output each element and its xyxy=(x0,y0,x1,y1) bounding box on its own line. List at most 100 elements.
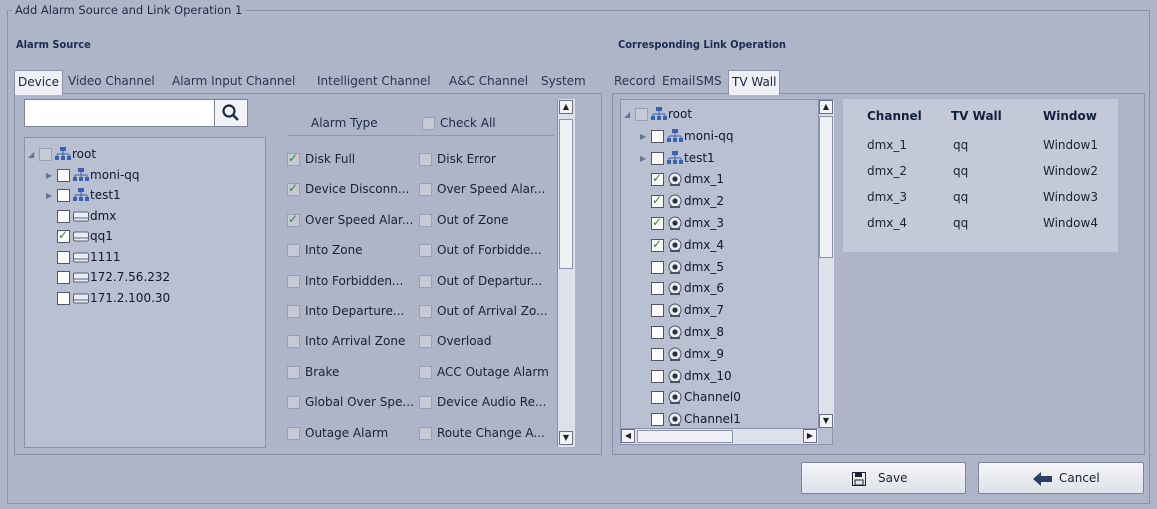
channel-tree-node[interactable]: dmx_7 xyxy=(621,302,832,320)
alarm-type-scrollbar[interactable]: ▲ ▼ xyxy=(557,99,575,447)
channel-tree-node[interactable]: dmx_10 xyxy=(621,368,832,386)
channel-tree-node[interactable]: Channel0 xyxy=(621,389,832,407)
scroll-thumb[interactable] xyxy=(819,116,833,258)
device-tree-node[interactable]: ◢ root xyxy=(25,146,265,164)
device-tree-node[interactable]: ▶ moni-qq xyxy=(25,167,265,185)
device-tree-node[interactable]: 1111 xyxy=(25,249,265,267)
tvwall-table-row[interactable]: dmx_1 qq Window1 xyxy=(843,134,1118,158)
alarm-type-checkbox[interactable] xyxy=(419,153,432,166)
channel-tree-node[interactable]: ◢ root xyxy=(621,106,832,124)
alarm-type-checkbox[interactable] xyxy=(287,274,300,288)
channel-tree-node[interactable]: Channel1 xyxy=(621,411,832,429)
channel-tree-node[interactable]: dmx_9 xyxy=(621,346,832,364)
channel-node-checkbox[interactable] xyxy=(635,108,648,121)
channel-node-checkbox[interactable] xyxy=(651,237,664,252)
channel-node-checkbox[interactable] xyxy=(651,369,664,383)
device-tree-node[interactable]: 172.7.56.232 xyxy=(25,269,265,287)
alarm-type-checkbox[interactable] xyxy=(287,181,300,197)
channel-tree-node[interactable]: dmx_2 xyxy=(621,193,832,211)
channel-tree-node[interactable]: ▶ moni-qq xyxy=(621,128,832,146)
source-tab-video-channel[interactable]: Video Channel xyxy=(68,70,155,93)
expand-arrow-icon[interactable]: ▶ xyxy=(46,171,52,180)
alarm-type-checkbox[interactable] xyxy=(419,335,432,349)
expand-arrow-icon[interactable]: ▶ xyxy=(46,191,52,200)
expand-arrow-icon[interactable]: ▶ xyxy=(640,154,646,163)
channel-node-checkbox[interactable] xyxy=(651,171,664,187)
source-tab-system[interactable]: System xyxy=(541,70,586,93)
alarm-type-checkbox[interactable] xyxy=(419,183,432,197)
scroll-down-icon[interactable]: ▼ xyxy=(819,414,833,428)
check-all-checkbox[interactable] xyxy=(422,117,435,130)
device-node-checkbox[interactable] xyxy=(57,209,70,223)
source-tab-alarm-input-channel[interactable]: Alarm Input Channel xyxy=(172,70,295,93)
expand-arrow-icon[interactable]: ▶ xyxy=(640,132,646,141)
collapse-arrow-icon[interactable]: ◢ xyxy=(624,110,630,119)
alarm-type-checkbox[interactable] xyxy=(287,396,300,410)
tvwall-column-header[interactable]: Channel xyxy=(867,109,922,123)
device-tree-node[interactable]: 171.2.100.30 xyxy=(25,290,265,308)
link-tab-email[interactable]: Email xyxy=(662,70,695,93)
link-tab-sms[interactable]: SMS xyxy=(696,70,722,93)
collapse-arrow-icon[interactable]: ◢ xyxy=(28,150,34,159)
channel-tree-node[interactable]: dmx_3 xyxy=(621,215,832,233)
channel-node-checkbox[interactable] xyxy=(651,347,664,361)
channel-node-checkbox[interactable] xyxy=(651,282,664,296)
tvwall-column-header[interactable]: Window xyxy=(1043,109,1097,123)
channel-node-checkbox[interactable] xyxy=(651,129,664,143)
alarm-type-checkbox[interactable] xyxy=(419,305,432,318)
link-tab-record[interactable]: Record xyxy=(614,70,655,93)
tvwall-table-row[interactable]: dmx_3 qq Window3 xyxy=(843,186,1118,210)
alarm-type-checkbox[interactable] xyxy=(419,244,432,258)
source-tab-device[interactable]: Device xyxy=(14,70,64,95)
device-tree-node[interactable]: qq1 xyxy=(25,228,265,246)
channel-node-checkbox[interactable] xyxy=(651,215,664,230)
device-node-checkbox[interactable] xyxy=(57,189,70,202)
alarm-type-checkbox[interactable] xyxy=(287,151,300,166)
channel-node-checkbox[interactable] xyxy=(651,193,664,209)
alarm-type-checkbox[interactable] xyxy=(287,244,300,258)
channel-tree-node[interactable]: dmx_4 xyxy=(621,237,832,255)
device-node-checkbox[interactable] xyxy=(57,228,70,243)
alarm-type-checkbox[interactable] xyxy=(419,396,432,410)
tvwall-table-row[interactable]: dmx_2 qq Window2 xyxy=(843,160,1118,184)
tvwall-column-header[interactable]: TV Wall xyxy=(951,109,1002,123)
channel-node-checkbox[interactable] xyxy=(651,304,664,318)
tvwall-table-row[interactable]: dmx_4 qq Window4 xyxy=(843,212,1118,236)
channel-node-checkbox[interactable] xyxy=(651,413,664,427)
device-node-checkbox[interactable] xyxy=(57,271,70,284)
cancel-button[interactable]: Cancel xyxy=(978,462,1144,494)
channel-tree-node[interactable]: dmx_6 xyxy=(621,280,832,298)
alarm-type-checkbox[interactable] xyxy=(287,365,300,379)
device-node-checkbox[interactable] xyxy=(39,148,52,161)
channel-tree-node[interactable]: ▶ test1 xyxy=(621,150,832,168)
save-button[interactable]: Save xyxy=(801,462,966,494)
device-node-checkbox[interactable] xyxy=(57,250,70,264)
channel-tree-hscrollbar[interactable]: ◀ ▶ xyxy=(621,428,818,444)
channel-tree-node[interactable]: dmx_1 xyxy=(621,171,832,189)
channel-tree-node[interactable]: dmx_5 xyxy=(621,259,832,277)
scroll-up-icon[interactable]: ▲ xyxy=(559,100,573,114)
scroll-right-icon[interactable]: ▶ xyxy=(803,429,817,443)
source-tab-a-c-channel[interactable]: A&C Channel xyxy=(449,70,528,93)
channel-node-checkbox[interactable] xyxy=(651,260,664,274)
alarm-type-checkbox[interactable] xyxy=(419,426,432,440)
device-node-checkbox[interactable] xyxy=(57,291,70,305)
source-tab-intelligent-channel[interactable]: Intelligent Channel xyxy=(317,70,431,93)
search-button[interactable] xyxy=(214,100,247,126)
channel-node-checkbox[interactable] xyxy=(651,326,664,339)
channel-tree-vscrollbar[interactable]: ▲ ▼ xyxy=(818,100,834,428)
device-tree-node[interactable]: ▶ test1 xyxy=(25,187,265,205)
alarm-type-checkbox[interactable] xyxy=(287,212,300,227)
device-node-checkbox[interactable] xyxy=(57,168,70,182)
device-tree-node[interactable]: dmx xyxy=(25,208,265,226)
scroll-left-icon[interactable]: ◀ xyxy=(621,429,635,443)
scroll-down-icon[interactable]: ▼ xyxy=(559,431,573,445)
scroll-thumb[interactable] xyxy=(559,119,573,269)
alarm-type-checkbox[interactable] xyxy=(419,365,432,379)
alarm-type-checkbox[interactable] xyxy=(419,213,432,227)
channel-node-checkbox[interactable] xyxy=(651,391,664,405)
search-input[interactable] xyxy=(27,102,215,126)
scroll-up-icon[interactable]: ▲ xyxy=(819,100,833,114)
alarm-type-checkbox[interactable] xyxy=(287,426,300,440)
alarm-type-checkbox[interactable] xyxy=(287,335,300,349)
